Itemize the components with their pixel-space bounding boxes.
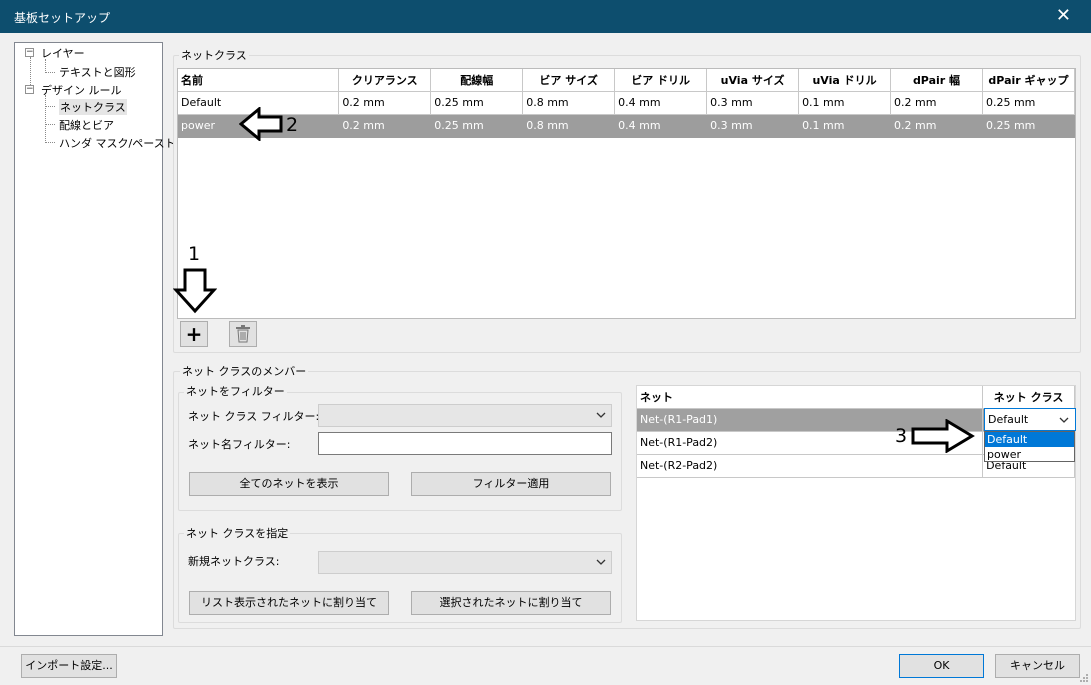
arrow-right-icon xyxy=(911,419,975,453)
window-title: 基板セットアップ xyxy=(14,11,111,25)
netclass-filter-label: ネット クラス フィルター: xyxy=(188,410,320,423)
table-cell[interactable]: 0.2 mm xyxy=(890,114,983,138)
col-header[interactable]: 名前 xyxy=(178,69,340,92)
chevron-down-icon xyxy=(1059,417,1069,423)
col-header[interactable]: dPair 幅 xyxy=(890,69,983,92)
tree-item-solder-mask[interactable]: ハンダ マスク/ペースト xyxy=(59,135,176,151)
tree-item-layers[interactable]: レイヤー xyxy=(41,45,85,61)
col-header[interactable]: ネット xyxy=(637,386,984,409)
tree-item-design-rules[interactable]: デザイン ルール xyxy=(41,82,122,98)
chevron-down-icon xyxy=(596,412,606,418)
cancel-button[interactable]: キャンセル xyxy=(995,654,1080,678)
show-all-nets-button[interactable]: 全てのネットを表示 xyxy=(189,472,389,496)
dropdown-value: Default xyxy=(988,413,1029,426)
table-cell[interactable]: 0.8 mm xyxy=(522,91,616,115)
netname-filter-label: ネット名フィルター: xyxy=(188,438,291,451)
arrow-down-icon xyxy=(173,268,217,314)
netclass-header-row: 名前 クリアランス 配線幅 ビア サイズ ビア ドリル uVia サイズ uVi… xyxy=(178,69,1076,92)
title-bar: 基板セットアップ ✕ xyxy=(0,0,1091,33)
col-header[interactable]: uVia ドリル xyxy=(798,69,892,92)
assign-selected-nets-button[interactable]: 選択されたネットに割り当て xyxy=(411,591,611,615)
assign-group-label: ネット クラスを指定 xyxy=(184,527,291,540)
netclass-cell-dropdown[interactable]: Default xyxy=(984,408,1076,431)
annotation-3: 3 xyxy=(895,425,908,447)
annotation-2: 2 xyxy=(286,114,299,136)
trash-icon xyxy=(236,325,250,343)
table-cell[interactable]: 0.3 mm xyxy=(706,114,800,138)
chevron-down-icon xyxy=(596,559,606,565)
table-cell[interactable]: 0.25 mm xyxy=(430,114,524,138)
add-netclass-button[interactable]: + xyxy=(180,321,208,347)
table-cell[interactable]: 0.2 mm xyxy=(890,91,983,115)
table-cell[interactable]: 0.25 mm xyxy=(430,91,524,115)
col-header[interactable]: dPair ギャップ xyxy=(982,69,1076,92)
table-cell[interactable]: 0.8 mm xyxy=(522,114,616,138)
col-header[interactable]: ネット クラス xyxy=(982,386,1075,409)
new-netclass-label: 新規ネットクラス: xyxy=(188,555,280,568)
table-cell[interactable]: Net-(R2-Pad2) xyxy=(637,454,984,478)
resize-grip-icon[interactable] xyxy=(1079,673,1089,683)
table-cell[interactable]: 0.25 mm xyxy=(982,91,1076,115)
collapse-icon[interactable]: − xyxy=(25,48,34,57)
col-header[interactable]: ビア ドリル xyxy=(614,69,708,92)
table-row[interactable]: Default 0.2 mm 0.25 mm 0.8 mm 0.4 mm 0.3… xyxy=(178,91,1076,115)
netclass-dropdown-list: Default power xyxy=(984,431,1075,462)
table-cell[interactable]: 0.1 mm xyxy=(798,114,892,138)
assign-listed-nets-button[interactable]: リスト表示されたネットに割り当て xyxy=(189,591,389,615)
netclass-grid: 名前 クリアランス 配線幅 ビア サイズ ビア ドリル uVia サイズ uVi… xyxy=(177,68,1076,319)
arrow-left-icon xyxy=(239,107,283,141)
table-cell[interactable]: 0.4 mm xyxy=(614,114,708,138)
table-cell[interactable]: 0.4 mm xyxy=(614,91,708,115)
members-group-label: ネット クラスのメンバー xyxy=(180,365,309,378)
col-header[interactable]: ビア サイズ xyxy=(522,69,616,92)
filter-group-label: ネットをフィルター xyxy=(184,385,287,398)
footer-separator xyxy=(0,646,1091,647)
netname-filter-input[interactable] xyxy=(318,432,612,455)
collapse-icon[interactable]: − xyxy=(25,85,34,94)
new-netclass-select[interactable] xyxy=(318,551,612,574)
netclass-filter-select[interactable] xyxy=(318,404,612,427)
netclass-group-label: ネットクラス xyxy=(179,49,249,62)
col-header[interactable]: uVia サイズ xyxy=(706,69,800,92)
tree-item-tracks-vias[interactable]: 配線とビア xyxy=(59,117,114,133)
table-cell[interactable]: 0.1 mm xyxy=(798,91,892,115)
settings-tree: − レイヤー テキストと図形 − デザイン ルール ネットクラス 配線とビア ハ… xyxy=(14,42,176,636)
plus-icon: + xyxy=(185,322,203,346)
close-icon[interactable]: ✕ xyxy=(1056,5,1071,26)
tree-item-netclasses[interactable]: ネットクラス xyxy=(59,99,127,115)
table-row[interactable]: power 0.2 mm 0.25 mm 0.8 mm 0.4 mm 0.3 m… xyxy=(178,114,1076,138)
tree-item-text-graphics[interactable]: テキストと図形 xyxy=(59,64,136,80)
annotation-1: 1 xyxy=(188,243,201,265)
dropdown-option[interactable]: Default xyxy=(985,432,1074,447)
table-cell[interactable]: 0.2 mm xyxy=(338,114,432,138)
table-cell[interactable]: 0.2 mm xyxy=(338,91,432,115)
ok-button[interactable]: OK xyxy=(899,654,984,678)
dropdown-option[interactable]: power xyxy=(985,447,1074,462)
col-header[interactable]: 配線幅 xyxy=(430,69,524,92)
table-cell[interactable]: 0.25 mm xyxy=(982,114,1076,138)
import-settings-button[interactable]: インポート設定... xyxy=(21,654,117,678)
delete-netclass-button[interactable] xyxy=(229,321,257,347)
table-cell[interactable]: 0.3 mm xyxy=(706,91,800,115)
col-header[interactable]: クリアランス xyxy=(338,69,432,92)
apply-filter-button[interactable]: フィルター適用 xyxy=(411,472,611,496)
nets-header-row: ネット ネット クラス xyxy=(637,386,1075,409)
